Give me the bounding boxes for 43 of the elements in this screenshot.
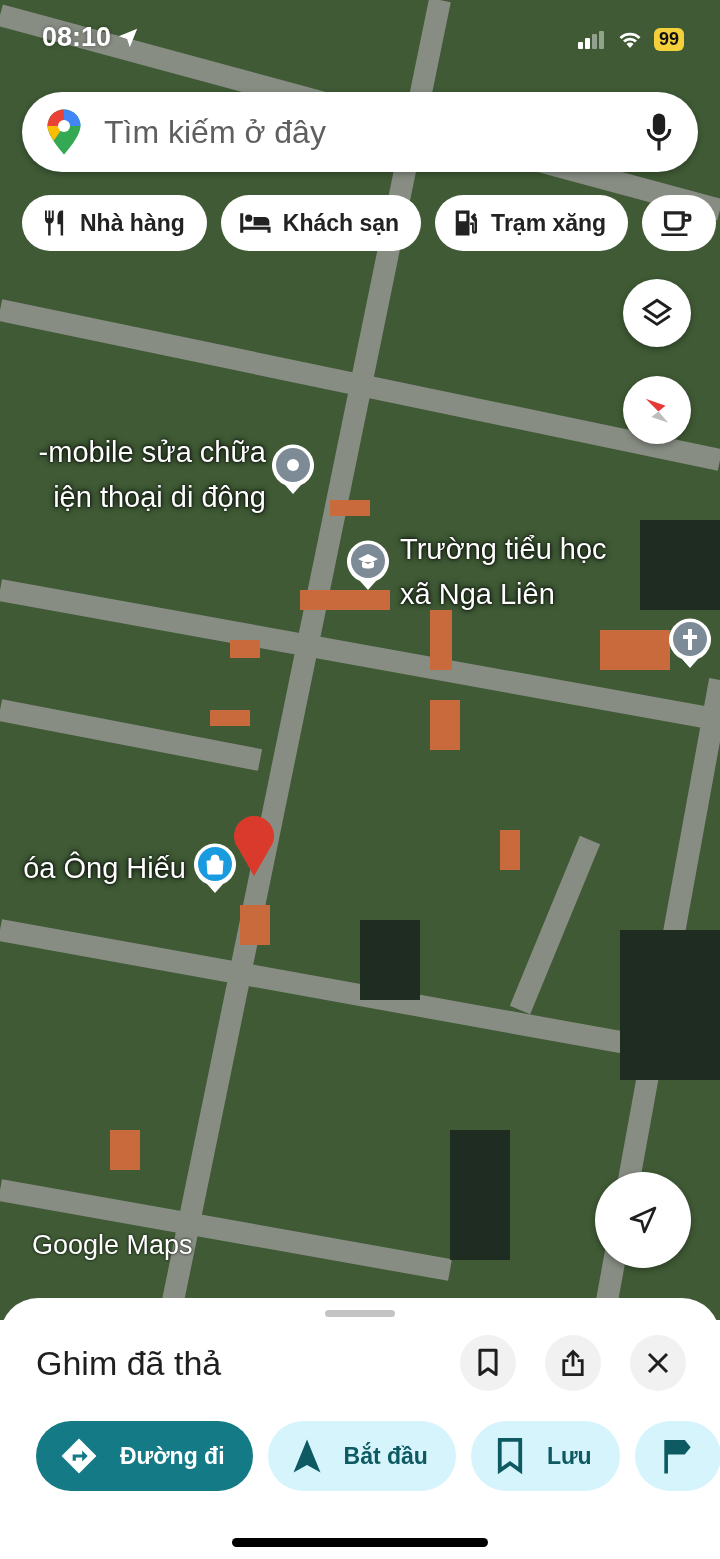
signal-icon: [577, 30, 606, 49]
navigation-arrow-icon: [291, 1438, 322, 1474]
start-button[interactable]: Bắt đầu: [267, 1421, 456, 1491]
share-button[interactable]: [545, 1335, 601, 1391]
save-button[interactable]: Lưu: [470, 1421, 620, 1491]
close-button[interactable]: [630, 1335, 686, 1391]
place-label[interactable]: -mobile sửa chữa iện thoại di động: [38, 430, 266, 520]
sheet-title: Ghim đã thả: [36, 1343, 223, 1383]
location-arrow-icon: [117, 26, 140, 49]
navigation-arrow-icon: [627, 1204, 659, 1236]
place-label[interactable]: Trường tiểu học xã Nga Liên: [400, 527, 607, 617]
bookmark-icon: [476, 1348, 500, 1378]
save-button[interactable]: [460, 1335, 516, 1391]
building-roof: [210, 710, 250, 726]
building-roof: [330, 500, 370, 516]
category-chip[interactable]: Nhà hàng: [22, 195, 207, 251]
clock-time: 08:10: [42, 22, 112, 53]
map-pin-logo-icon: [46, 108, 82, 156]
building-roof: [500, 830, 520, 870]
place-label[interactable]: óa Ông Hiếu: [23, 846, 186, 891]
close-icon: [646, 1351, 670, 1375]
directions-icon: [60, 1437, 98, 1475]
category-chip[interactable]: Khách sạn: [220, 195, 422, 251]
wifi-icon: [617, 30, 642, 49]
building-roof: [240, 905, 270, 945]
graduation-cap-pin-icon[interactable]: [345, 540, 391, 592]
microphone-icon[interactable]: [646, 112, 672, 152]
building-roof: [430, 700, 460, 750]
building-roof: [110, 1130, 140, 1170]
shopping-bag-pin-icon[interactable]: [192, 843, 238, 895]
share-icon: [560, 1348, 586, 1378]
search-field[interactable]: Tìm kiếm ở đây: [22, 92, 698, 172]
building-roof: [230, 640, 260, 658]
cross-pin-icon[interactable]: [667, 618, 713, 670]
place-pin-icon[interactable]: [270, 444, 316, 496]
search-input[interactable]: Tìm kiếm ở đây: [102, 112, 626, 152]
drag-handle[interactable]: [325, 1310, 395, 1317]
building-roof: [430, 610, 452, 670]
building-roof: [600, 630, 670, 670]
map-attribution: Google Maps: [32, 1230, 193, 1261]
category-chip[interactable]: Trạm xăng: [435, 195, 629, 251]
directions-button[interactable]: Đường đi: [36, 1421, 253, 1491]
label-button[interactable]: [634, 1421, 720, 1491]
